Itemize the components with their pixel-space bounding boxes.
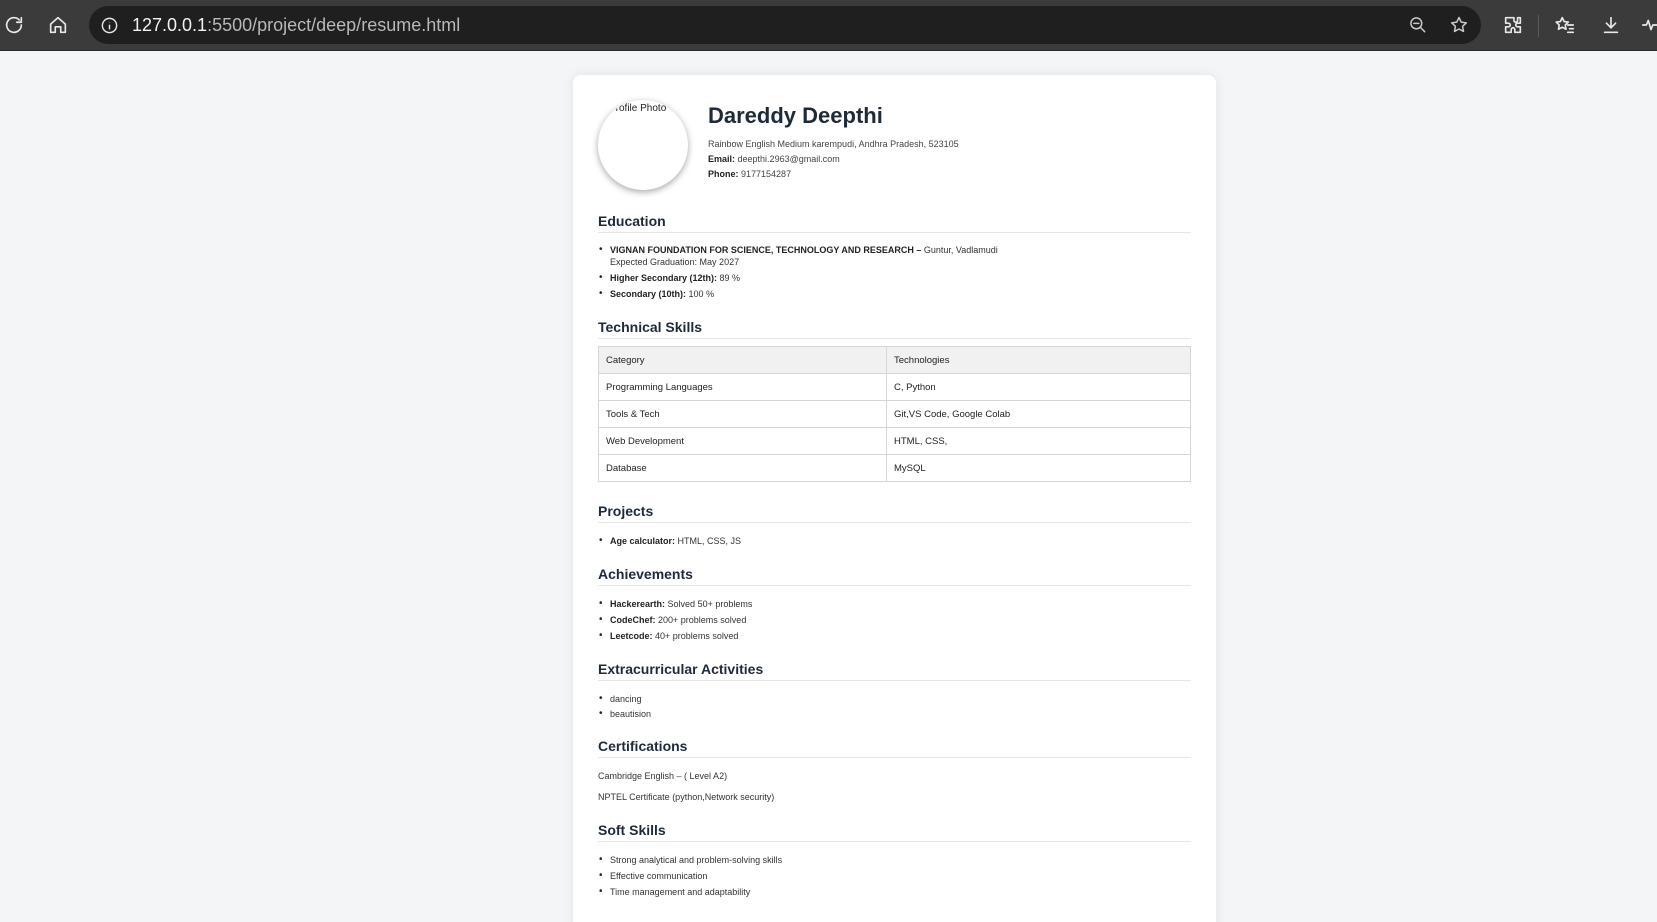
favorite-star-icon[interactable] xyxy=(1447,13,1471,37)
item-text: HTML, CSS, JS xyxy=(677,536,742,546)
section-title-technical-skills: Technical Skills xyxy=(598,319,1191,339)
item-label: Hackerearth: xyxy=(610,599,666,609)
section-title-soft-skills: Soft Skills xyxy=(598,822,1191,842)
item-text: 100 % xyxy=(688,289,715,299)
item-label: Higher Secondary (12th): xyxy=(610,273,718,283)
downloads-icon[interactable] xyxy=(1597,11,1625,39)
table-cell: Programming Languages xyxy=(598,373,887,401)
toolbar-separator xyxy=(1538,15,1539,37)
site-info-icon[interactable] xyxy=(97,13,121,37)
table-row: Tools & Tech Git,VS Code, Google Colab xyxy=(598,400,1191,428)
contact-address: Rainbow English Medium karempudi, Andhra… xyxy=(708,139,959,149)
list-item: beautision xyxy=(599,708,651,720)
achievements-list: Hackerearth: Solved 50+ problems CodeChe… xyxy=(599,598,753,642)
list-item: Leetcode: 40+ problems solved xyxy=(599,630,752,642)
url-host: 127.0.0.1 xyxy=(132,15,208,35)
url-text[interactable]: 127.0.0.1:5500/project/deep/resume.html xyxy=(132,15,460,36)
list-item: Secondary (10th): 100 % xyxy=(599,288,998,300)
section-title-achievements: Achievements xyxy=(598,566,1191,586)
item-label: Secondary (10th): xyxy=(610,289,687,299)
extracurricular-list: dancing beautision xyxy=(599,693,651,720)
soft-skills-list: Strong analytical and problem-solving sk… xyxy=(599,854,782,898)
table-cell: Tools & Tech xyxy=(598,400,887,428)
resume-card: Profile Photo Dareddy Deepthi Rainbow En… xyxy=(573,75,1216,922)
zoom-out-icon[interactable] xyxy=(1406,13,1430,37)
item-label: VIGNAN FOUNDATION FOR SCIENCE, TECHNOLOG… xyxy=(610,245,922,255)
list-item: Time management and adaptability xyxy=(599,886,782,898)
contact-email: Email: deepthi.2963@gmail.com xyxy=(708,154,840,164)
table-cell: Web Development xyxy=(598,427,887,455)
table-row: Programming Languages C, Python xyxy=(598,373,1191,401)
table-cell: MySQL xyxy=(886,454,1191,482)
browser-toolbar: 127.0.0.1:5500/project/deep/resume.html xyxy=(0,0,1657,51)
performance-icon[interactable] xyxy=(1637,11,1657,39)
projects-list: Age calculator: HTML, CSS, JS xyxy=(599,535,742,547)
item-text: 200+ problems solved xyxy=(658,615,747,625)
certification-item: Cambridge English – ( Level A2) xyxy=(598,771,728,781)
item-label: Leetcode: xyxy=(610,631,653,641)
contact-phone: Phone: 9177154287 xyxy=(708,169,791,179)
education-list: VIGNAN FOUNDATION FOR SCIENCE, TECHNOLOG… xyxy=(599,244,998,300)
phone-value: 9177154287 xyxy=(741,169,792,179)
item-text: 89 % xyxy=(719,273,741,283)
section-title-education: Education xyxy=(598,213,1191,233)
item-text: 40+ problems solved xyxy=(655,631,739,641)
extensions-icon[interactable] xyxy=(1499,11,1527,39)
table-cell: HTML, CSS, xyxy=(886,427,1191,455)
table-row: Web Development HTML, CSS, xyxy=(598,427,1191,455)
list-item: Strong analytical and problem-solving sk… xyxy=(599,854,782,866)
item-label: CodeChef: xyxy=(610,615,656,625)
favorites-list-icon[interactable] xyxy=(1551,11,1579,39)
list-item: Higher Secondary (12th): 89 % xyxy=(599,272,998,284)
section-title-extracurricular: Extracurricular Activities xyxy=(598,661,1191,681)
email-value: deepthi.2963@gmail.com xyxy=(737,154,840,164)
certification-item: NPTEL Certificate (python,Network securi… xyxy=(598,792,775,802)
address-bar[interactable]: 127.0.0.1:5500/project/deep/resume.html xyxy=(89,6,1481,44)
table-row: Database MySQL xyxy=(598,454,1191,482)
table-header-row: Category Technologies xyxy=(598,346,1191,374)
resume-name: Dareddy Deepthi xyxy=(708,103,883,128)
list-item: CodeChef: 200+ problems solved xyxy=(599,614,752,626)
column-header-technologies: Technologies xyxy=(886,346,1191,374)
section-title-certifications: Certifications xyxy=(598,738,1191,758)
table-cell: C, Python xyxy=(886,373,1191,401)
url-path: :5500/project/deep/resume.html xyxy=(207,15,461,35)
column-header-category: Category xyxy=(598,346,887,374)
table-cell: Database xyxy=(598,454,887,482)
item-text: Solved 50+ problems xyxy=(667,599,753,609)
list-item: VIGNAN FOUNDATION FOR SCIENCE, TECHNOLOG… xyxy=(599,244,998,268)
list-item: Age calculator: HTML, CSS, JS xyxy=(599,535,742,547)
phone-label: Phone: xyxy=(708,169,739,179)
item-subtext: Expected Graduation: May 2027 xyxy=(610,257,740,267)
item-label: Age calculator: xyxy=(610,536,676,546)
email-label: Email: xyxy=(708,154,736,164)
skills-table: Category Technologies Programming Langua… xyxy=(598,346,1191,482)
section-title-projects: Projects xyxy=(598,503,1191,523)
list-item: Hackerearth: Solved 50+ problems xyxy=(599,598,753,610)
home-icon[interactable] xyxy=(44,11,72,39)
table-cell: Git,VS Code, Google Colab xyxy=(886,400,1191,428)
reload-icon[interactable] xyxy=(0,11,28,39)
profile-photo-alt-text: Profile Photo xyxy=(609,103,667,114)
item-text: Guntur, Vadlamudi xyxy=(923,245,998,255)
list-item: dancing xyxy=(599,693,651,705)
profile-photo: Profile Photo xyxy=(598,100,688,190)
list-item: Effective communication xyxy=(599,870,782,882)
